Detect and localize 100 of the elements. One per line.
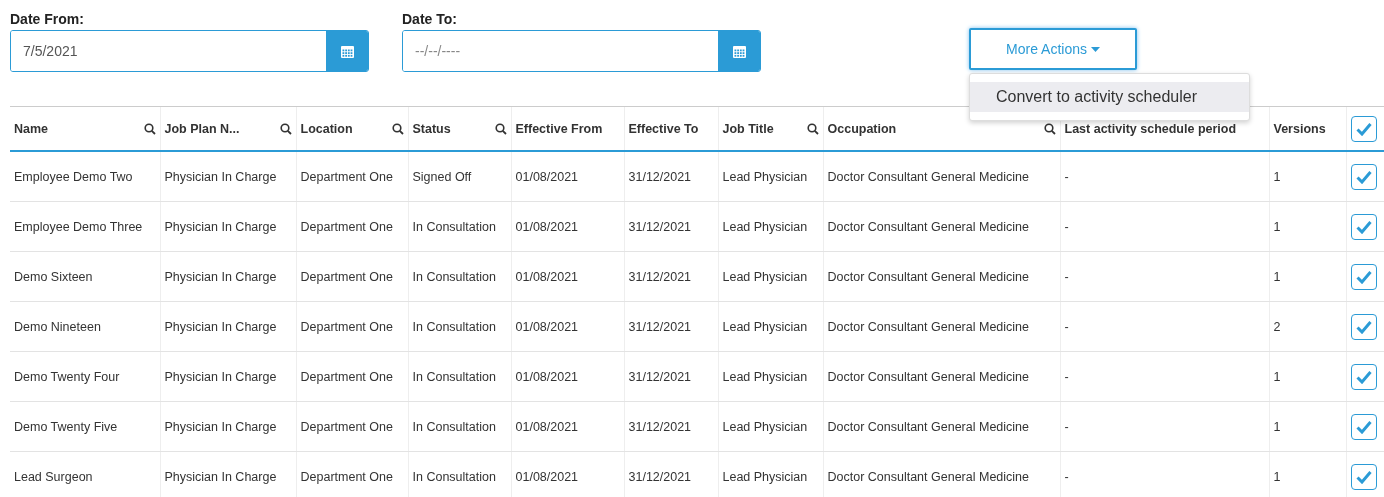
check-icon [1355,219,1372,234]
column-header: Versions [1273,121,1326,136]
table-cell: Physician In Charge [164,269,277,284]
table-cell: 1 [1273,219,1281,234]
column-header: Job Title [722,121,774,136]
table-cell: 1 [1273,469,1281,484]
table-cell: In Consultation [412,419,496,434]
table-cell: 31/12/2021 [628,169,692,184]
column-header: Effective From [515,121,603,136]
table-cell: 1 [1273,169,1281,184]
calendar-icon [732,44,746,58]
check-icon [1355,369,1372,384]
check-icon [1355,169,1372,184]
table-cell: - [1064,269,1069,284]
table-cell: - [1064,419,1069,434]
table-cell: 31/12/2021 [628,319,692,334]
calendar-icon [340,44,354,58]
table-cell: Physician In Charge [164,469,277,484]
table-cell: Doctor Consultant General Medicine [827,219,1029,234]
column-header: Name [14,121,49,136]
table-cell: Doctor Consultant General Medicine [827,469,1029,484]
check-icon [1355,121,1372,136]
column-header: Status [412,121,451,136]
table-cell: 01/08/2021 [515,469,579,484]
table-cell: 31/12/2021 [628,269,692,284]
column-header: Occupation [827,121,897,136]
check-icon [1355,269,1372,284]
date-from-box[interactable]: 7/5/2021 [10,30,369,72]
check-icon [1355,419,1372,434]
table-cell: Lead Physician [722,419,808,434]
table-cell: Demo Sixteen [14,269,93,284]
checkbox[interactable] [1350,413,1377,440]
column-header: Effective To [628,121,699,136]
table-cell: - [1064,469,1069,484]
table-cell: 31/12/2021 [628,469,692,484]
check-icon [1355,319,1372,334]
checkbox[interactable] [1350,463,1377,490]
table-cell: Department One [300,169,393,184]
table-cell: Doctor Consultant General Medicine [827,169,1029,184]
table-cell: - [1064,369,1069,384]
calendar-button[interactable] [718,31,760,71]
table-cell: 1 [1273,369,1281,384]
table-cell: Lead Physician [722,469,808,484]
table-cell: 2 [1273,319,1281,334]
table-cell: 01/08/2021 [515,369,579,384]
search-icon[interactable] [143,122,156,135]
search-icon[interactable] [806,122,819,135]
table-cell: Demo Twenty Five [14,419,118,434]
table-cell: Employee Demo Three [14,219,143,234]
table-cell: 01/08/2021 [515,319,579,334]
date-to-box[interactable]: --/--/---- [402,30,761,72]
menu-item[interactable]: Convert to activity scheduler [970,82,1249,112]
search-icon[interactable] [279,122,292,135]
table-cell: Physician In Charge [164,369,277,384]
column-header: Location [300,121,353,136]
table-cell: In Consultation [412,469,496,484]
checkbox[interactable] [1350,115,1377,142]
table-cell: Department One [300,319,393,334]
table-cell: Demo Nineteen [14,319,101,334]
table-cell: Employee Demo Two [14,169,133,184]
table-cell: 1 [1273,419,1281,434]
table-cell: 31/12/2021 [628,419,692,434]
table-cell: Department One [300,369,393,384]
table-cell: 31/12/2021 [628,219,692,234]
table-cell: Department One [300,419,393,434]
table-cell: 01/08/2021 [515,269,579,284]
check-icon [1355,469,1372,484]
table-cell: Lead Physician [722,319,808,334]
table-cell: Signed Off [412,169,472,184]
search-icon[interactable] [1043,122,1056,135]
table-cell: Lead Surgeon [14,469,93,484]
search-icon[interactable] [494,122,507,135]
checkbox[interactable] [1350,163,1377,190]
checkbox[interactable] [1350,213,1377,240]
column-header: Job Plan N... [164,121,240,136]
table-cell: Lead Physician [722,369,808,384]
table-cell: Doctor Consultant General Medicine [827,369,1029,384]
table-cell: Demo Twenty Four [14,369,120,384]
checkbox[interactable] [1350,263,1377,290]
table-cell: Physician In Charge [164,219,277,234]
table-cell: - [1064,319,1069,334]
date-to-label: Date To: [402,10,458,29]
caret-icon [1090,46,1100,52]
table-cell: Department One [300,269,393,284]
table-cell: 31/12/2021 [628,369,692,384]
calendar-button[interactable] [326,31,368,71]
table-cell: 01/08/2021 [515,219,579,234]
table-cell: Lead Physician [722,169,808,184]
table-cell: Doctor Consultant General Medicine [827,319,1029,334]
table-cell: Lead Physician [722,219,808,234]
table-cell: Doctor Consultant General Medicine [827,419,1029,434]
table-cell: Doctor Consultant General Medicine [827,269,1029,284]
table-cell: - [1064,169,1069,184]
search-icon[interactable] [391,122,404,135]
checkbox[interactable] [1350,313,1377,340]
table-cell: Physician In Charge [164,419,277,434]
column-header: Last activity schedule period [1064,121,1237,136]
table-cell: In Consultation [412,319,496,334]
table-cell: - [1064,219,1069,234]
checkbox[interactable] [1350,363,1377,390]
